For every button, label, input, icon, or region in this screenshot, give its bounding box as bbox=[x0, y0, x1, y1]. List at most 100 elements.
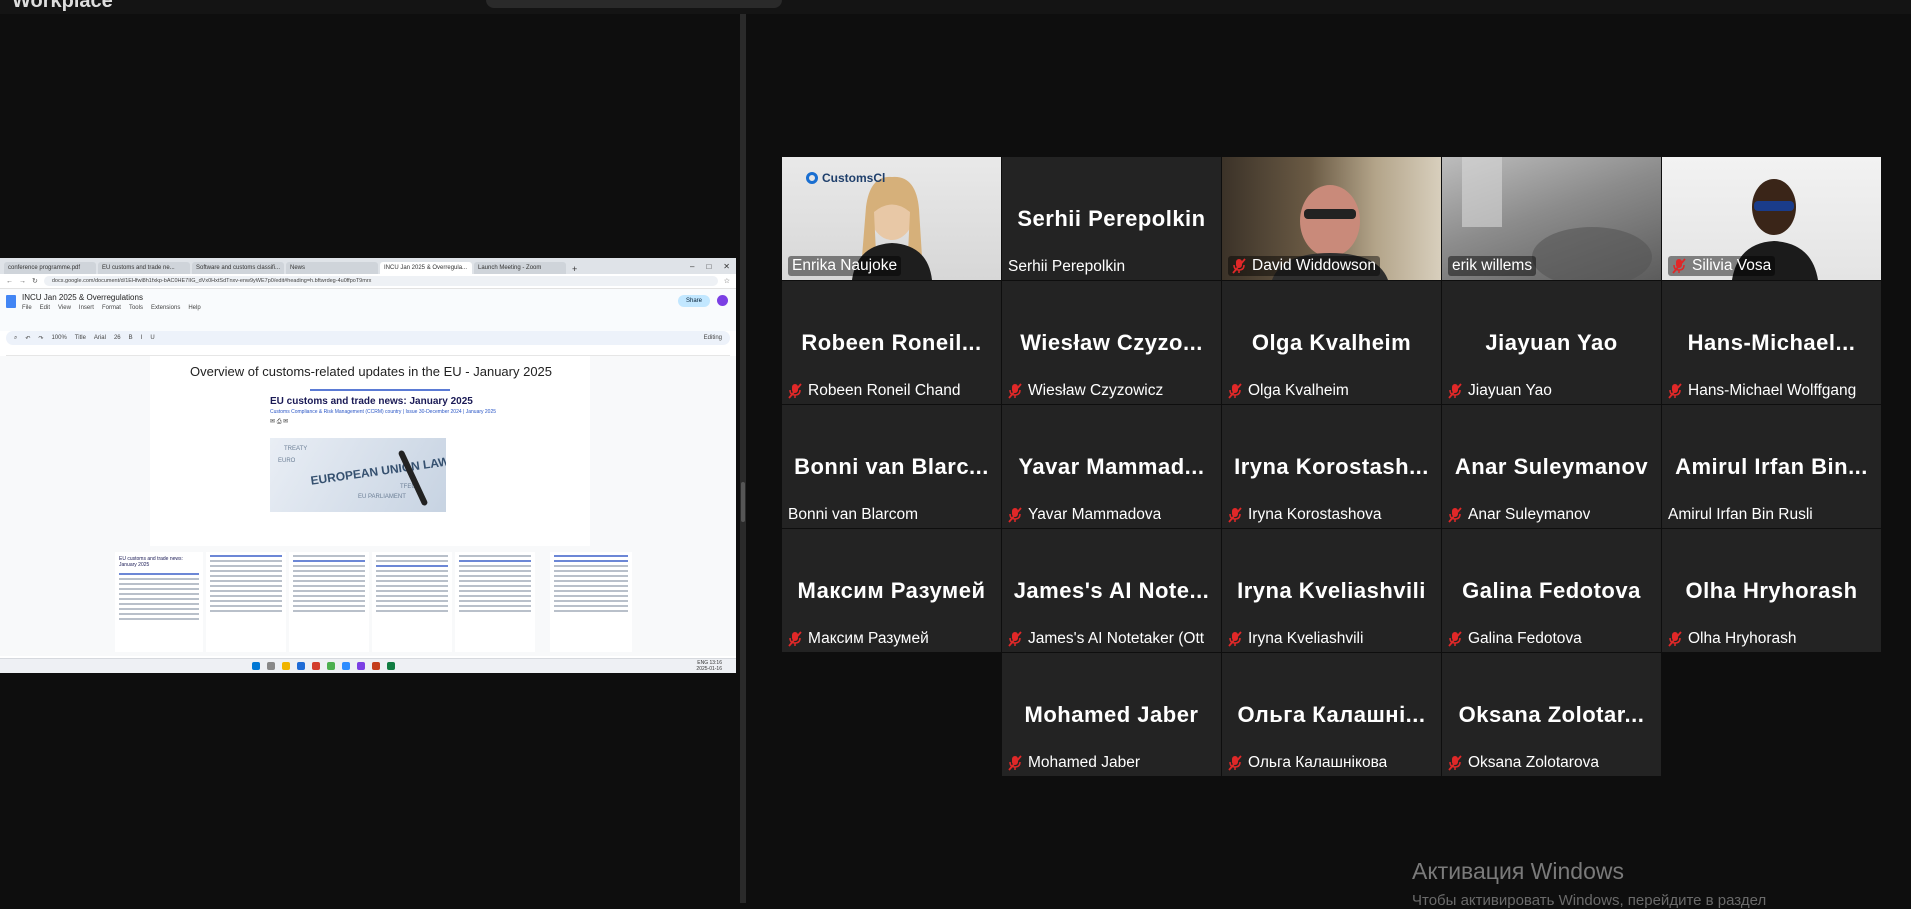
participant-tile[interactable]: erik willems bbox=[1442, 157, 1661, 280]
menu-help[interactable]: Help bbox=[188, 305, 200, 311]
office-icon[interactable] bbox=[372, 662, 380, 670]
menu-file[interactable]: File bbox=[22, 305, 32, 311]
minimize-icon[interactable]: – bbox=[690, 262, 694, 271]
participant-name-label: Максим Разумей bbox=[788, 630, 929, 648]
muted-mic-icon bbox=[1448, 755, 1462, 771]
participant-display-name: Amirul Irfan Bin... bbox=[1675, 453, 1868, 479]
participant-tile[interactable]: James's AI Note... James's AI Notetaker (… bbox=[1002, 529, 1221, 652]
underline-icon[interactable]: U bbox=[150, 335, 154, 341]
folder-icon[interactable] bbox=[282, 662, 290, 670]
browser-tab[interactable]: Launch Meeting - Zoom bbox=[474, 262, 566, 274]
zoom-select[interactable]: 100% bbox=[51, 335, 66, 341]
top-control-pill[interactable] bbox=[486, 0, 782, 8]
doc-title[interactable]: INCU Jan 2025 & Overregulations bbox=[22, 293, 201, 302]
back-icon[interactable]: ← bbox=[6, 278, 13, 285]
doc-page: Overview of customs-related updates in t… bbox=[150, 356, 590, 546]
participant-name: Enrika Naujoke bbox=[792, 257, 898, 274]
participant-tile[interactable]: David Widdowson bbox=[1222, 157, 1441, 280]
mail-icon[interactable] bbox=[297, 662, 305, 670]
editing-mode[interactable]: Editing bbox=[704, 335, 722, 341]
star-icon[interactable]: ☆ bbox=[724, 277, 730, 285]
participant-tile[interactable]: Olga Kvalheim Olga Kvalheim bbox=[1222, 281, 1441, 404]
participant-tile[interactable]: Iryna Korostash... Iryna Korostashova bbox=[1222, 405, 1441, 528]
participant-display-name: James's AI Note... bbox=[1013, 577, 1210, 603]
participant-name: erik willems bbox=[1452, 257, 1533, 274]
participant-name: Olga Kvalheim bbox=[1248, 382, 1349, 399]
participant-tile[interactable]: Jiayuan Yao Jiayuan Yao bbox=[1442, 281, 1661, 404]
muted-mic-icon bbox=[1668, 383, 1682, 399]
participant-name-label: Serhii Perepolkin bbox=[1008, 258, 1125, 276]
participant-tile[interactable]: Iryna Kveliashvili Iryna Kveliashvili bbox=[1222, 529, 1441, 652]
participant-tile[interactable]: Oksana Zolotar... Oksana Zolotarova bbox=[1442, 653, 1661, 776]
participant-name: Bonni van Blarcom bbox=[788, 506, 919, 523]
browser-tab-active[interactable]: INCU Jan 2025 & Overregula... bbox=[380, 262, 472, 274]
participant-tile[interactable]: Bonni van Blarc... Bonni van Blarcom bbox=[782, 405, 1001, 528]
zoom-icon[interactable] bbox=[342, 662, 350, 670]
participant-tile[interactable]: Amirul Irfan Bin... Amirul Irfan Bin Rusl… bbox=[1662, 405, 1881, 528]
participant-tile[interactable]: Ольга Калашні... Ольга Калашнікова bbox=[1222, 653, 1441, 776]
maximize-icon[interactable]: □ bbox=[706, 262, 711, 271]
reload-icon[interactable]: ↻ bbox=[32, 277, 38, 285]
italic-icon[interactable]: I bbox=[141, 335, 143, 341]
split-handle[interactable] bbox=[741, 482, 745, 522]
participant-display-name: Serhii Perepolkin bbox=[1017, 206, 1206, 231]
participant-display-name: Yavar Mammad... bbox=[1018, 453, 1205, 479]
new-tab-icon[interactable]: + bbox=[572, 264, 577, 274]
browser-tab[interactable]: Software and customs classifi... bbox=[192, 262, 284, 274]
participant-tile[interactable]: Olha Hryhorash Olha Hryhorash bbox=[1662, 529, 1881, 652]
participant-name-label: Silivia Vosa bbox=[1668, 256, 1776, 276]
browser-tab[interactable]: EU customs and trade ne... bbox=[98, 262, 190, 274]
redo-icon[interactable]: ↷ bbox=[38, 335, 43, 342]
avatar[interactable] bbox=[717, 295, 728, 306]
menu-tools[interactable]: Tools bbox=[129, 305, 143, 311]
muted-mic-icon bbox=[1228, 755, 1242, 771]
search-menus-icon[interactable]: ⌕ bbox=[14, 335, 17, 342]
app-icon[interactable] bbox=[312, 662, 320, 670]
doc-link[interactable] bbox=[310, 389, 450, 391]
muted-mic-icon bbox=[1228, 507, 1242, 523]
close-icon[interactable]: ✕ bbox=[723, 262, 730, 271]
forward-icon[interactable]: → bbox=[19, 278, 26, 285]
menu-insert[interactable]: Insert bbox=[79, 305, 94, 311]
participant-display-name: Ольга Калашні... bbox=[1237, 701, 1426, 727]
participant-name: Wiesław Czyzowicz bbox=[1028, 382, 1164, 399]
participant-tile[interactable]: Galina Fedotova Galina Fedotova bbox=[1442, 529, 1661, 652]
windows-activation-watermark: Активация Windows bbox=[1412, 858, 1624, 884]
bold-icon[interactable]: B bbox=[129, 335, 133, 341]
excel-icon[interactable] bbox=[387, 662, 395, 670]
share-button[interactable]: Share bbox=[677, 295, 710, 307]
menu-edit[interactable]: Edit bbox=[40, 305, 50, 311]
muted-mic-icon bbox=[1008, 507, 1022, 523]
font-select[interactable]: Arial bbox=[94, 335, 106, 341]
muted-mic-icon bbox=[1448, 631, 1462, 647]
style-select[interactable]: Title bbox=[75, 335, 86, 341]
participant-tile[interactable]: Serhii Perepolkin Serhii Perepolkin bbox=[1002, 157, 1221, 280]
menu-view[interactable]: View bbox=[58, 305, 71, 311]
address-bar[interactable]: docs.google.com/document/d/1EHfwl8h1fxkp… bbox=[43, 276, 718, 286]
participant-tile[interactable]: Максим Разумей Максим Разумей bbox=[782, 529, 1001, 652]
browser-tab[interactable]: conference programme.pdf bbox=[4, 262, 96, 274]
docs-header: INCU Jan 2025 & Overregulations File Edi… bbox=[0, 289, 736, 331]
font-size[interactable]: 26 bbox=[114, 335, 121, 341]
start-icon[interactable] bbox=[252, 662, 260, 670]
participant-tile[interactable]: Wiesław Czyzo... Wiesław Czyzowicz bbox=[1002, 281, 1221, 404]
teams-icon[interactable] bbox=[357, 662, 365, 670]
participant-tile[interactable]: Mohamed Jaber Mohamed Jaber bbox=[1002, 653, 1221, 776]
search-icon[interactable] bbox=[267, 662, 275, 670]
browser-tab[interactable]: News bbox=[286, 262, 378, 274]
participant-tile[interactable]: Hans-Michael... Hans-Michael Wolffgang bbox=[1662, 281, 1881, 404]
participant-tile[interactable]: Yavar Mammad... Yavar Mammadova bbox=[1002, 405, 1221, 528]
menu-format[interactable]: Format bbox=[102, 305, 121, 311]
undo-icon[interactable]: ↶ bbox=[25, 335, 30, 342]
chrome-icon[interactable] bbox=[327, 662, 335, 670]
muted-mic-icon bbox=[1008, 383, 1022, 399]
page-thumbnail bbox=[550, 552, 632, 652]
menu-extensions[interactable]: Extensions bbox=[151, 305, 180, 311]
split-divider[interactable] bbox=[740, 14, 746, 903]
participant-tile[interactable]: Silivia Vosa bbox=[1662, 157, 1881, 280]
muted-mic-icon bbox=[1008, 631, 1022, 647]
participant-tile[interactable]: Robeen Roneil... Robeen Roneil Chand bbox=[782, 281, 1001, 404]
participant-tile[interactable]: Anar Suleymanov Anar Suleymanov bbox=[1442, 405, 1661, 528]
participant-name-label: Galina Fedotova bbox=[1448, 630, 1582, 648]
participant-tile[interactable]: CustomsCl Enrika Naujoke bbox=[782, 157, 1001, 280]
